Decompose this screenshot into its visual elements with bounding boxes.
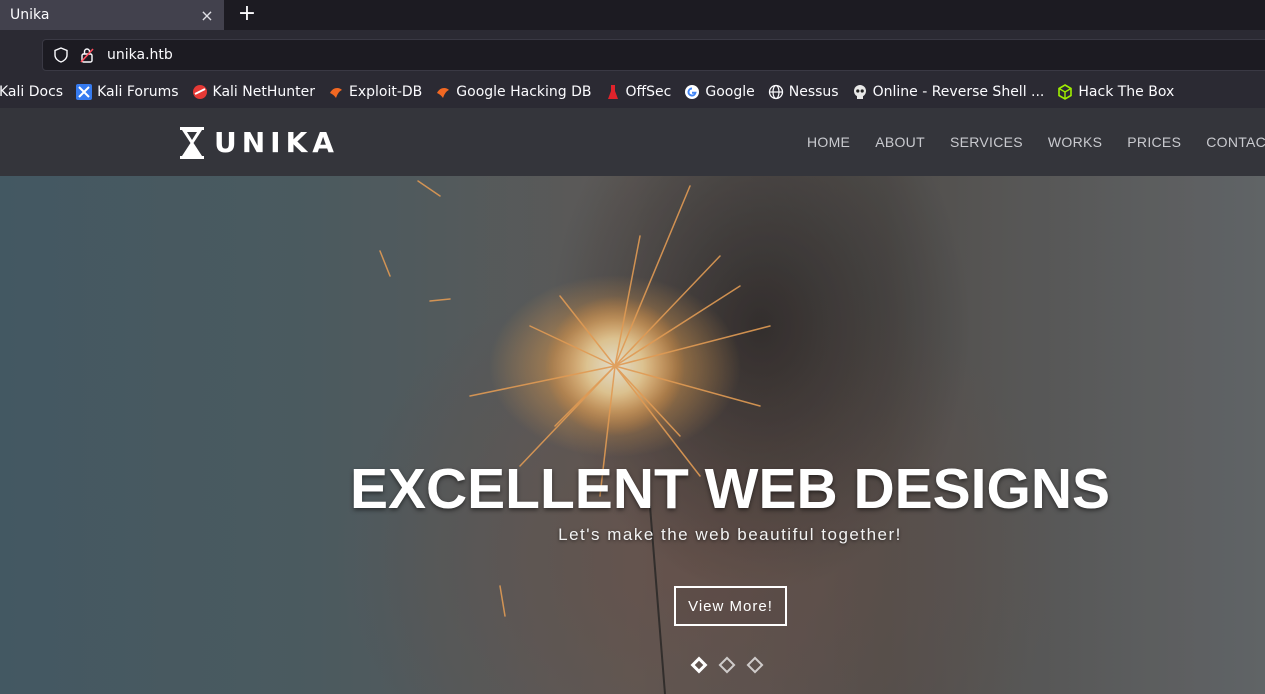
skull-icon (852, 84, 868, 100)
kali-forums-icon (76, 84, 93, 100)
main-nav: HOME ABOUT SERVICES WORKS PRICES CONTACT (807, 108, 1265, 176)
bookmark-label: Google (705, 84, 755, 100)
bookmark-label: Hack The Box (1078, 84, 1175, 100)
bookmark-kali-forums[interactable]: Kali Forums (76, 84, 179, 100)
nav-home[interactable]: HOME (807, 134, 850, 150)
insecure-lock-icon[interactable] (79, 47, 95, 63)
bookmark-label: Nessus (788, 84, 839, 100)
tab-strip: Unika × + (0, 0, 1265, 30)
browser-navbar: unika.htb (0, 30, 1265, 76)
nav-prices[interactable]: PRICES (1127, 134, 1181, 150)
bookmark-label: OffSec (625, 84, 672, 100)
bookmark-exploit-db[interactable]: Exploit-DB (328, 84, 422, 100)
slide-dot-3[interactable] (746, 656, 764, 674)
view-more-button[interactable]: View More! (674, 586, 787, 626)
htb-cube-icon (1057, 84, 1073, 100)
logo-text: UNIKA (214, 126, 339, 159)
site-header: UNIKA HOME ABOUT SERVICES WORKS PRICES C… (0, 108, 1265, 176)
google-icon (684, 84, 700, 100)
exploit-db-icon (328, 84, 344, 100)
site-logo[interactable]: UNIKA (180, 126, 339, 159)
nav-works[interactable]: WORKS (1048, 134, 1102, 150)
url-bar[interactable]: unika.htb (42, 39, 1265, 71)
hero-subtitle: Let's make the web beautiful together! (558, 525, 902, 544)
nethunter-icon (192, 84, 208, 100)
nav-contact[interactable]: CONTACT (1206, 134, 1265, 150)
close-tab-icon[interactable]: × (200, 6, 214, 25)
offsec-icon (605, 84, 621, 100)
tab-title: Unika (10, 7, 50, 23)
bookmark-label: Kali Docs (0, 84, 64, 100)
url-text[interactable]: unika.htb (107, 47, 173, 63)
nav-services[interactable]: SERVICES (950, 134, 1023, 150)
bookmark-reverse-shell[interactable]: Online - Reverse Shell ... (852, 84, 1045, 100)
browser-tab[interactable]: Unika × (0, 0, 224, 30)
bookmark-label: Kali Forums (97, 84, 179, 100)
hourglass-logo-icon (180, 126, 204, 159)
bookmark-label: Kali NetHunter (212, 84, 315, 100)
bookmarks-toolbar: Kali Docs Kali Forums Kali NetHunter Exp… (0, 76, 1265, 108)
bookmark-offsec[interactable]: OffSec (605, 84, 672, 100)
bookmark-google[interactable]: Google (684, 84, 755, 100)
slide-dot-2[interactable] (718, 656, 736, 674)
hero-slider: EXCELLENT WEB DESIGNS Let's make the web… (0, 176, 1265, 694)
slider-pagination (690, 656, 777, 674)
bookmark-label: Google Hacking DB (456, 84, 592, 100)
ghdb-icon (435, 84, 451, 100)
hero-title: EXCELLENT WEB DESIGNS (349, 457, 1111, 521)
globe-icon (768, 84, 784, 100)
bookmark-label: Exploit-DB (348, 84, 423, 100)
bookmark-label: Online - Reverse Shell ... (872, 84, 1045, 100)
new-tab-button[interactable]: + (236, 3, 258, 27)
bookmark-kali-nethunter[interactable]: Kali NetHunter (192, 84, 315, 100)
hero-overlay (0, 176, 1265, 694)
shield-icon[interactable] (53, 47, 69, 63)
bookmark-hack-the-box[interactable]: Hack The Box (1057, 84, 1174, 100)
bookmark-google-hacking-db[interactable]: Google Hacking DB (435, 84, 592, 100)
bookmark-nessus[interactable]: Nessus (768, 84, 839, 100)
bookmark-kali-docs[interactable]: Kali Docs (0, 84, 63, 100)
nav-about[interactable]: ABOUT (875, 134, 925, 150)
slide-dot-1[interactable] (690, 656, 708, 674)
